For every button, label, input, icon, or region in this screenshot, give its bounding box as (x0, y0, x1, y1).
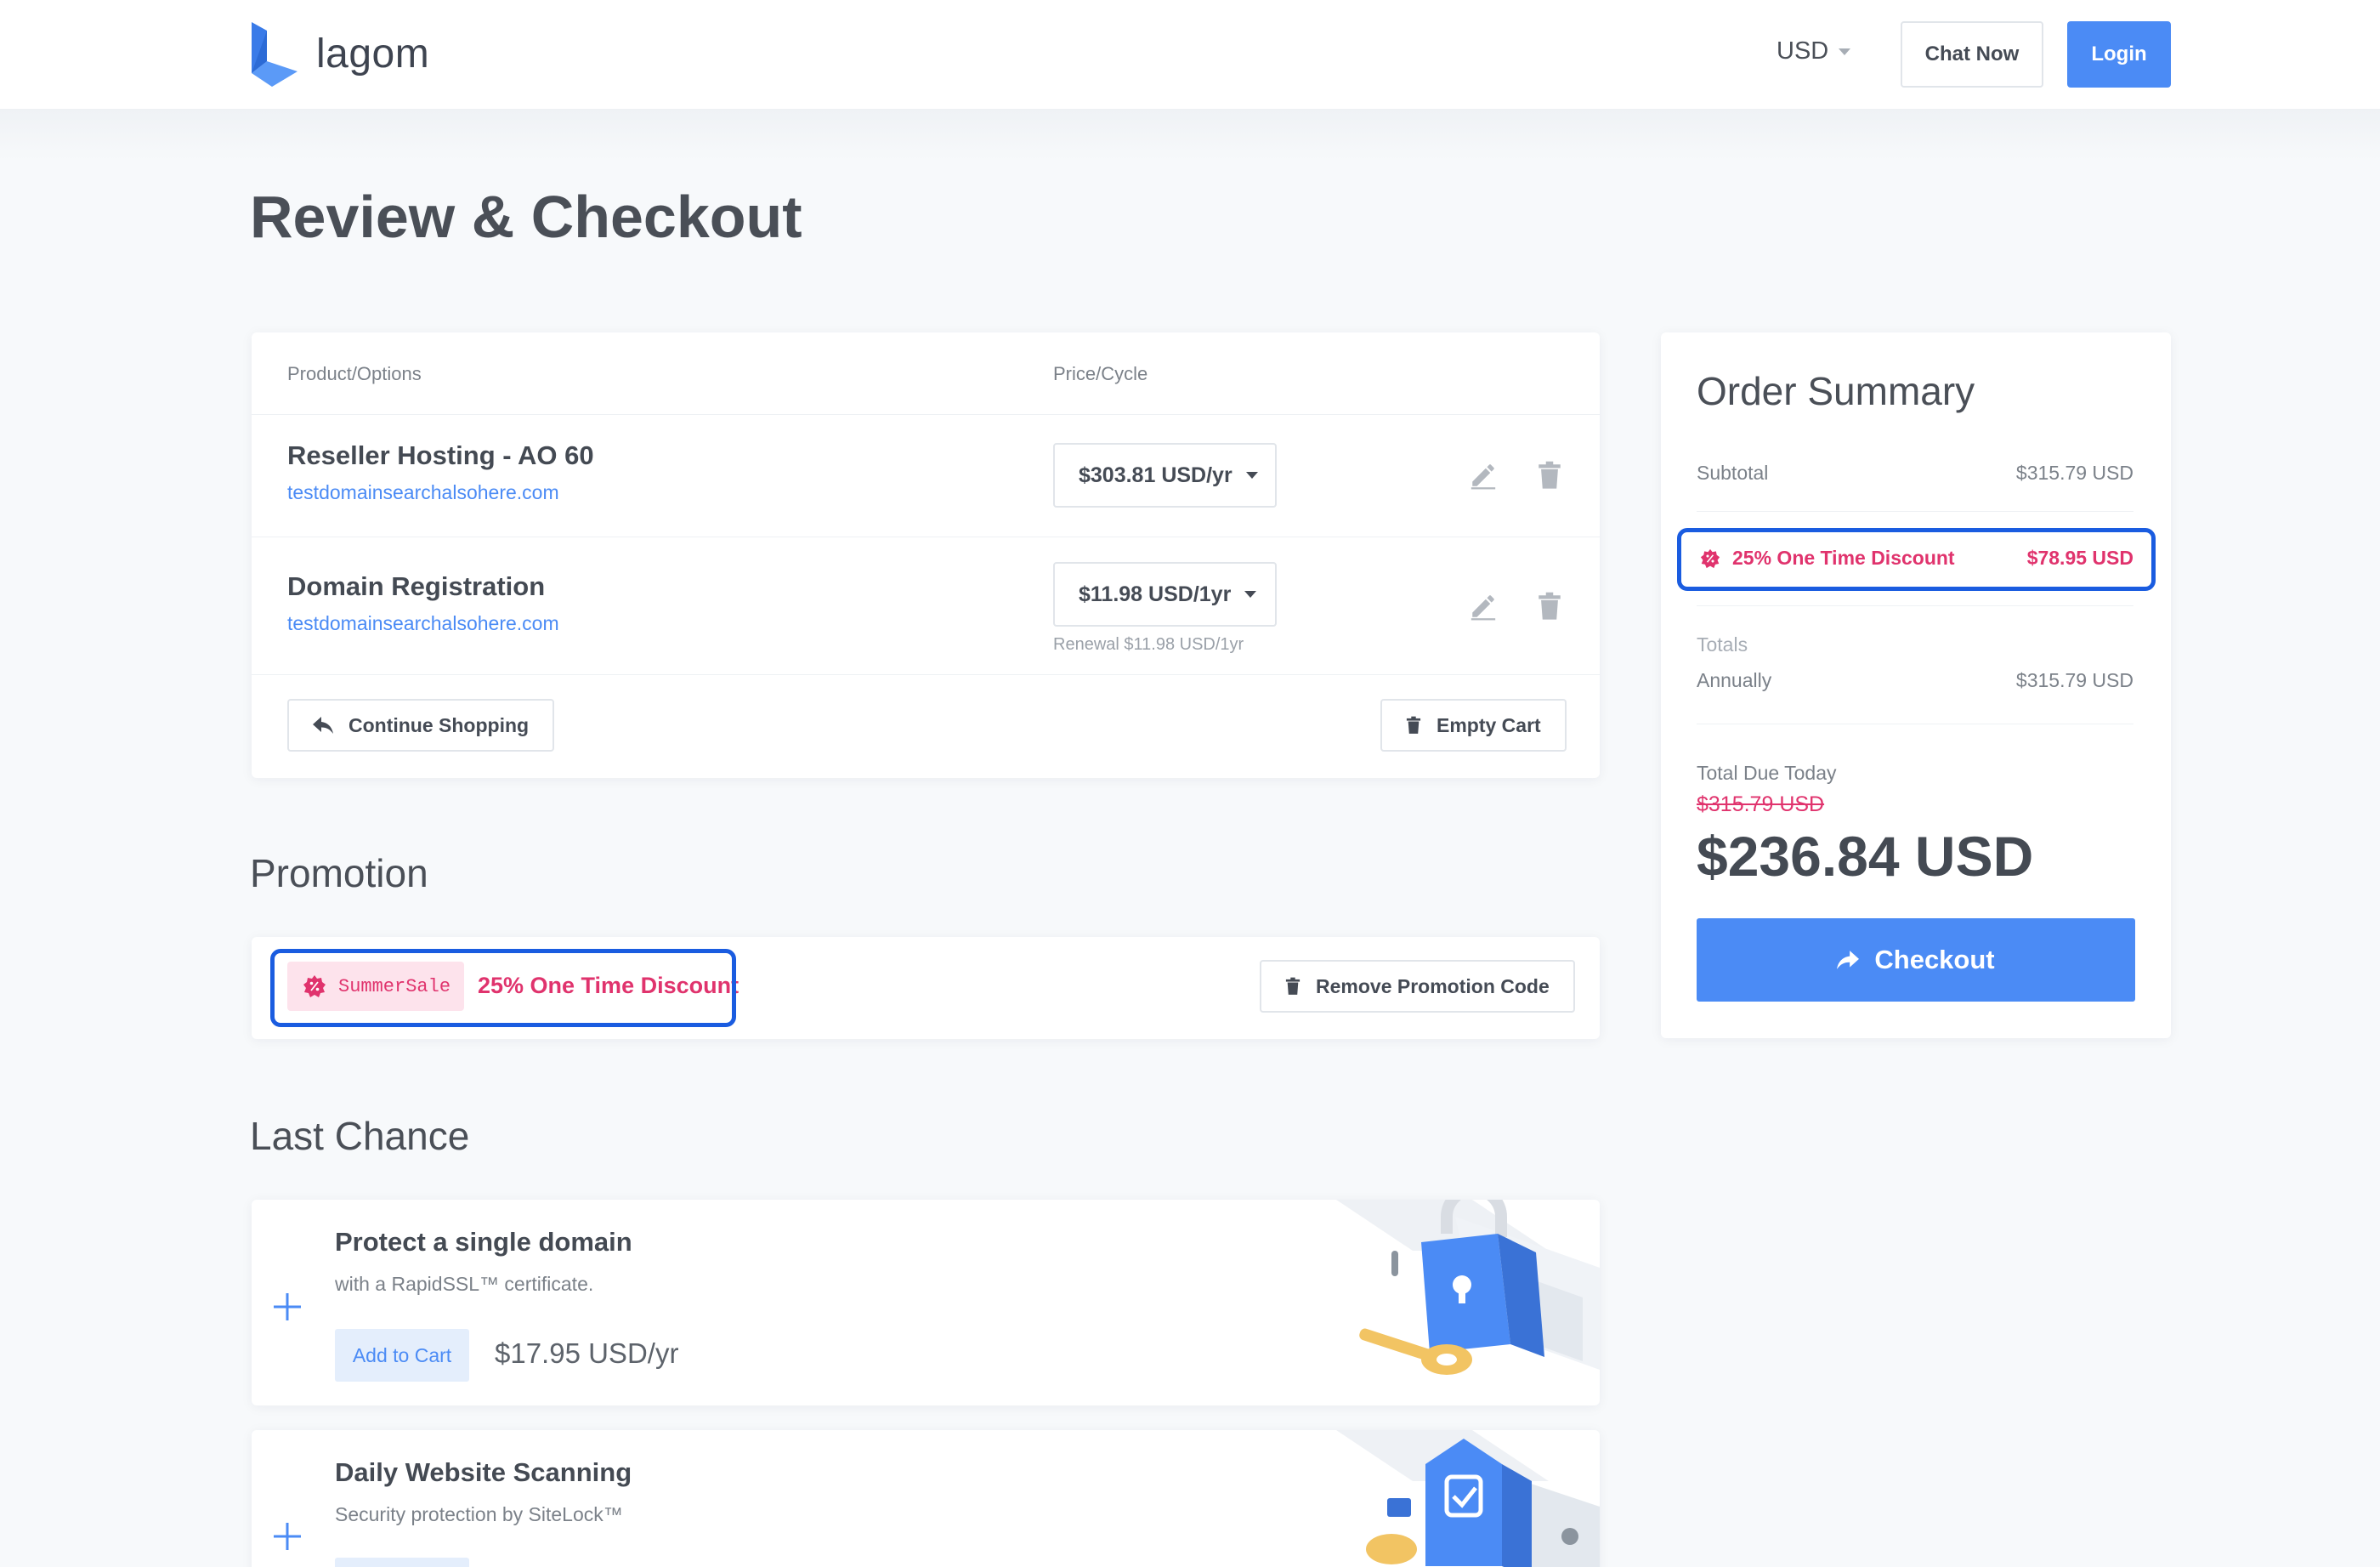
billing-cycle-value: $303.81 USD/yr (1079, 463, 1232, 487)
edit-icon[interactable] (1466, 589, 1500, 623)
divider (1697, 605, 2134, 606)
original-total: $315.79 USD (1697, 792, 1825, 816)
add-to-cart-button[interactable] (335, 1558, 469, 1567)
subtotal-label: Subtotal (1697, 462, 1769, 484)
subtotal-row: Subtotal $315.79 USD (1697, 462, 2134, 485)
product-domain-link[interactable]: testdomainsearchalsohere.com (287, 481, 559, 504)
checkout-button[interactable]: Checkout (1697, 918, 2135, 1002)
login-button[interactable]: Login (2067, 21, 2171, 88)
order-summary: Order Summary Subtotal $315.79 USD Total… (1661, 332, 2171, 1038)
reply-arrow-icon (313, 717, 333, 734)
divider (252, 414, 1600, 415)
promotion-heading: Promotion (250, 851, 428, 895)
currency-label: USD (1776, 37, 1829, 65)
renewal-price: Renewal $11.98 USD/1yr (1053, 635, 1244, 654)
column-header-price: Price/Cycle (1053, 363, 1148, 384)
remove-promotion-button[interactable]: Remove Promotion Code (1260, 960, 1575, 1013)
annually-value: $315.79 USD (2015, 669, 2134, 691)
plus-icon[interactable] (270, 1519, 304, 1553)
continue-shopping-label: Continue Shopping (348, 713, 530, 736)
total-due-label-row: Total Due Today (1697, 762, 2134, 785)
chat-now-button[interactable]: Chat Now (1901, 21, 2043, 88)
add-to-cart-button[interactable]: Add to Cart (335, 1329, 469, 1382)
divider (1697, 511, 2134, 512)
divider (252, 674, 1600, 675)
edit-icon[interactable] (1466, 458, 1500, 492)
totals-label: Totals (1697, 633, 1748, 656)
padlock-key-illustration (1336, 1200, 1600, 1375)
cart-table: Product/Options Price/Cycle Reseller Hos… (252, 332, 1600, 778)
product-name: Reseller Hosting - AO 60 (287, 440, 594, 470)
billing-cycle-value: $11.98 USD/1yr (1079, 582, 1232, 606)
checkout-label: Checkout (1874, 945, 1995, 974)
logo-text: lagom (316, 31, 430, 77)
promo-highlight-box (270, 949, 736, 1027)
last-chance-heading: Last Chance (250, 1114, 470, 1158)
product-name: Domain Registration (287, 571, 546, 601)
annually-row: Annually $315.79 USD (1697, 669, 2134, 692)
share-arrow-icon (1837, 951, 1860, 969)
chevron-down-icon (1245, 472, 1258, 479)
empty-cart-button[interactable]: Empty Cart (1380, 699, 1567, 752)
upsell-title: Daily Website Scanning (335, 1457, 632, 1487)
header-shadow (0, 110, 2380, 161)
annually-label: Annually (1697, 669, 1772, 691)
remove-promotion-label: Remove Promotion Code (1316, 974, 1550, 997)
trash-icon (1406, 716, 1421, 734)
lagom-logo-icon (252, 22, 298, 87)
billing-cycle-select[interactable]: $303.81 USD/yr (1053, 443, 1277, 508)
empty-cart-label: Empty Cart (1436, 713, 1541, 736)
total-due-today: $236.84 USD (1697, 825, 2034, 888)
subtotal-value: $315.79 USD (2015, 462, 2134, 484)
chevron-down-icon (1244, 591, 1257, 598)
plus-icon[interactable] (270, 1290, 304, 1324)
upsell-subtitle: with a RapidSSL™ certificate. (335, 1273, 594, 1295)
continue-shopping-button[interactable]: Continue Shopping (287, 699, 555, 752)
page-title: Review & Checkout (250, 184, 802, 250)
chevron-down-icon (1839, 48, 1851, 55)
upsell-title: Protect a single domain (335, 1227, 632, 1257)
top-bar: lagom USD Chat Now Login (0, 0, 2380, 110)
upsell-price: $17.95 USD/yr (495, 1337, 679, 1369)
column-header-product: Product/Options (287, 363, 422, 384)
order-summary-title: Order Summary (1697, 369, 1975, 413)
discount-highlight-box (1677, 528, 2156, 591)
trash-icon[interactable] (1533, 458, 1567, 492)
upsell-subtitle: Security protection by SiteLock™ (335, 1503, 623, 1525)
billing-cycle-select[interactable]: $11.98 USD/1yr (1053, 562, 1277, 627)
trash-icon (1285, 977, 1300, 995)
currency-selector[interactable]: USD (1776, 37, 1851, 65)
logo[interactable]: lagom (250, 20, 429, 87)
shield-scan-illustration (1336, 1430, 1600, 1567)
trash-icon[interactable] (1533, 589, 1567, 623)
upsell-card: Protect a single domain with a RapidSSL™… (252, 1200, 1600, 1405)
total-due-label: Total Due Today (1697, 762, 1837, 784)
upsell-card: Daily Website Scanning Security protecti… (252, 1430, 1600, 1567)
product-domain-link[interactable]: testdomainsearchalsohere.com (287, 612, 559, 635)
